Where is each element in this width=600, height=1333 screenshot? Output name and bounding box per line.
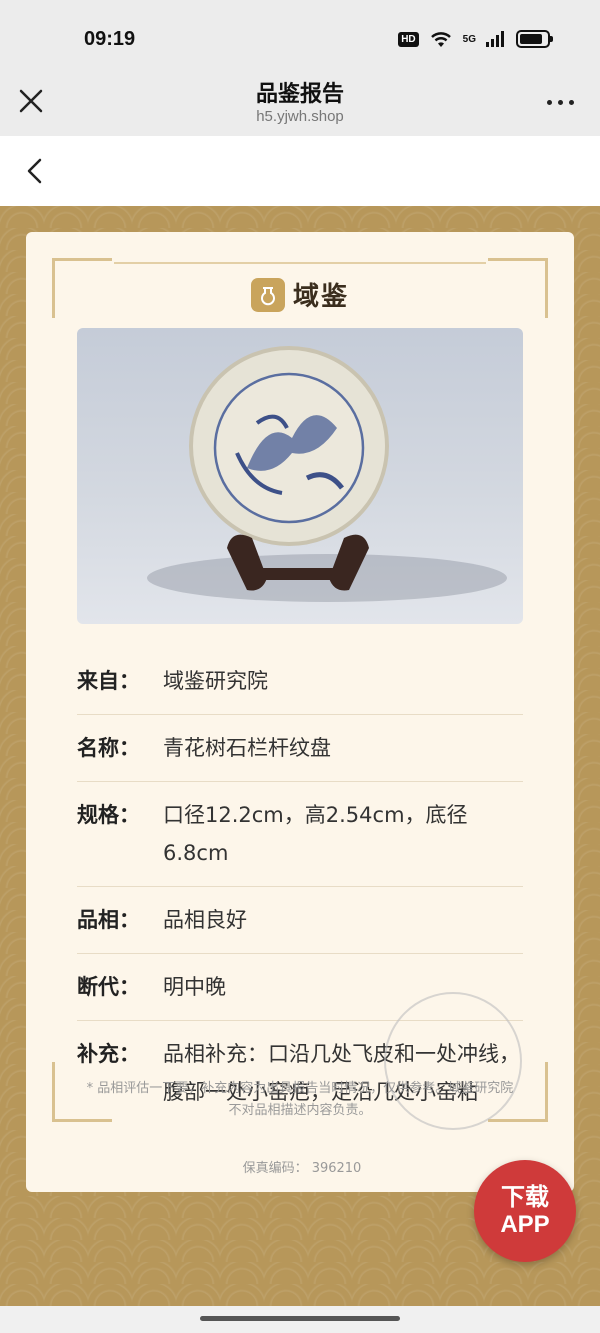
detail-row-name: 名称： 青花树石栏杆纹盘 [77,715,523,782]
detail-row-source: 来自： 域鉴研究院 [77,648,523,715]
more-icon[interactable] [547,100,574,105]
chevron-left-icon[interactable] [24,157,48,185]
more-dot [547,100,552,105]
plate-image [147,346,507,602]
status-bar: 09:19 HD 5G [0,0,600,68]
item-photo [77,328,523,624]
disclaimer-text: * 品相评估一下要，补充内容为出具报告当时情况，仅供参考。域鉴研究院不对品相描述… [86,1081,514,1118]
status-time: 09:19 [84,28,136,50]
detail-label: 名称： [77,736,140,760]
download-app-label: 下载 [501,1183,549,1211]
back-row [0,136,600,206]
wifi-icon [430,32,451,47]
signal-icon [486,31,504,47]
battery-level [520,34,543,44]
more-dot [558,100,563,105]
detail-label: 来自： [77,669,140,693]
network-label: 5G [462,33,476,45]
detail-row-condition: 品相： 品相良好 [77,887,523,954]
nav-bar: 品鉴报告 h5.yjwh.shop [0,68,600,136]
detail-value: 青花树石栏杆纹盘 [163,736,331,760]
code-value: 396210 [311,1161,362,1176]
home-indicator[interactable] [200,1316,400,1321]
brand-logo-icon [250,277,285,312]
page-url: h5.yjwh.shop [256,108,344,125]
system-bottom-bar [0,1306,600,1333]
brand: 域鉴 [26,276,574,313]
detail-label: 规格： [77,803,140,827]
detail-value: 口径12.2cm，高2.54cm，底径6.8cm [163,803,468,865]
brand-name: 域鉴 [292,282,349,312]
status-icons: HD 5G [398,30,553,48]
detail-value: 域鉴研究院 [163,669,268,693]
detail-label: 断代： [77,975,140,999]
more-dot [569,100,574,105]
battery-icon [516,30,553,48]
detail-label: 品相： [77,908,140,932]
code-label: 保真编码： [242,1161,308,1176]
page-title: 品鉴报告 [255,82,344,107]
download-app-button[interactable]: 下载 APP [474,1160,576,1262]
download-app-sublabel: APP [500,1211,550,1238]
frame-line [114,262,486,264]
detail-value: 品相良好 [163,908,247,932]
report-card: 域鉴 来自： 域鉴研究院 名称： 青花树石栏杆纹盘 规格： 口径12.2cm，高… [26,232,574,1192]
detail-row-spec: 规格： 口径12.2cm，高2.54cm，底径6.8cm [77,782,523,887]
hd-badge: HD [398,31,419,47]
